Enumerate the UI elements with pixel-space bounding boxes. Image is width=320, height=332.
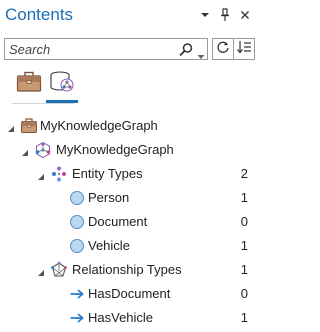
- tree-item-label: MyKnowledgeGraph: [56, 142, 174, 157]
- tree-item-label: Document: [88, 214, 148, 229]
- tree-item-label: Vehicle: [88, 238, 130, 253]
- tree-item-relationship-hasdocument[interactable]: HasDocument 0: [0, 282, 258, 306]
- knowledge-graph-icon: [34, 141, 52, 159]
- tree-item-root[interactable]: MyKnowledgeGraph: [0, 114, 258, 138]
- entity-type-circle-icon: [68, 213, 86, 231]
- collapse-triangle-icon[interactable]: [20, 145, 30, 156]
- refresh-button[interactable]: [212, 38, 234, 60]
- entity-type-circle-icon: [68, 237, 86, 255]
- entity-types-icon: [50, 165, 68, 183]
- contents-pane: Contents Search MyKnowledgeGraph MyKnowl…: [0, 0, 258, 330]
- search-row: [4, 38, 255, 62]
- entity-type-circle-icon: [68, 189, 86, 207]
- item-count: 0: [240, 214, 248, 229]
- tree-item-entity-person[interactable]: Person 1: [0, 186, 258, 210]
- collapse-triangle-icon[interactable]: [36, 265, 46, 276]
- briefcase-icon: [20, 117, 38, 135]
- tree-item-entity-types[interactable]: Entity Types 2: [0, 162, 258, 186]
- tree-item-label: Entity Types: [72, 166, 143, 181]
- item-count: 1: [240, 238, 248, 253]
- tree-item-label: HasVehicle: [88, 310, 154, 325]
- tree-item-relationship-types[interactable]: Relationship Types 1: [0, 258, 258, 282]
- sort-options-icon: [236, 40, 252, 59]
- chevron-down-icon[interactable]: [198, 8, 212, 22]
- tree-item-entity-document[interactable]: Document 0: [0, 210, 258, 234]
- tree-item-label: HasDocument: [88, 286, 171, 301]
- tab-divider: [12, 103, 74, 104]
- tree-item-knowledge-graph[interactable]: MyKnowledgeGraph: [0, 138, 258, 162]
- pane-title: Contents: [5, 5, 74, 24]
- item-count: 1: [240, 310, 248, 325]
- item-count: 2: [240, 166, 248, 181]
- search-input[interactable]: [9, 41, 169, 57]
- tab-list-by-knowledge-graph[interactable]: [47, 68, 77, 100]
- tree-item-label: Relationship Types: [72, 262, 182, 277]
- options-button[interactable]: [233, 38, 255, 60]
- arrow-right-icon: [68, 309, 86, 327]
- pane-header-controls: [198, 8, 252, 22]
- relationship-types-icon: [50, 261, 68, 279]
- tree-item-label: MyKnowledgeGraph: [40, 118, 158, 133]
- tree-item-entity-vehicle[interactable]: Vehicle 1: [0, 234, 258, 258]
- pane-header: Contents: [0, 0, 258, 34]
- search-box: [4, 38, 208, 60]
- collapse-triangle-icon[interactable]: [36, 169, 46, 180]
- refresh-icon: [216, 40, 230, 59]
- briefcase-icon: [16, 71, 42, 98]
- search-dropdown-icon[interactable]: [197, 47, 205, 59]
- collapse-triangle-icon[interactable]: [6, 121, 16, 132]
- contents-view-tabs: [14, 68, 94, 104]
- pin-icon[interactable]: [218, 8, 232, 22]
- item-count: 1: [240, 262, 248, 277]
- tree-item-relationship-hasvehicle[interactable]: HasVehicle 1: [0, 306, 258, 330]
- tree-item-label: Person: [88, 190, 130, 205]
- close-icon[interactable]: [238, 8, 252, 22]
- arrow-right-icon: [68, 285, 86, 303]
- item-count: 0: [240, 286, 248, 301]
- knowledge-graph-db-icon: [49, 70, 75, 99]
- item-count: 1: [240, 190, 248, 205]
- search-icon[interactable]: [178, 42, 194, 58]
- tab-list-by-data-source[interactable]: [14, 68, 44, 100]
